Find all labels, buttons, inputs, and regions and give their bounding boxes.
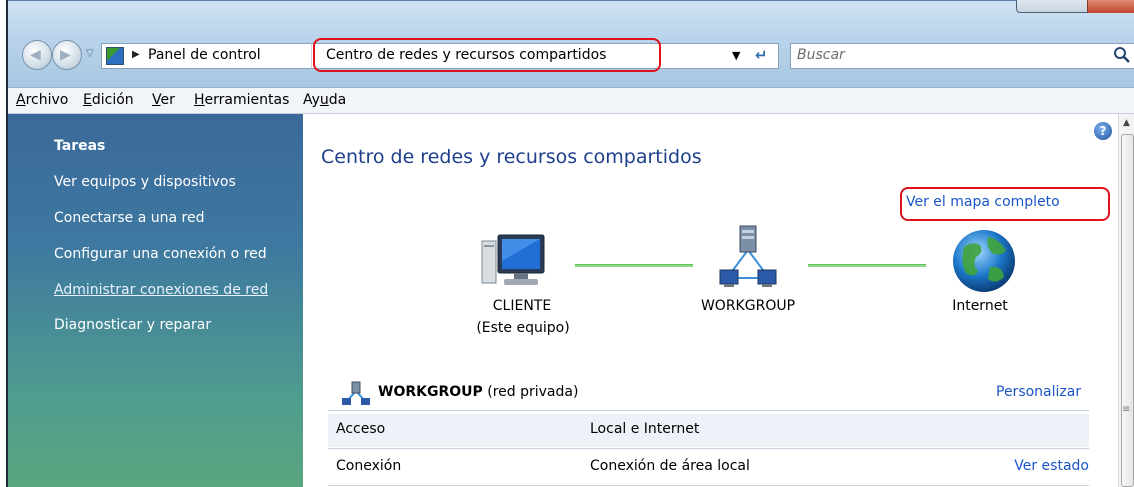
control-panel-icon	[106, 47, 124, 65]
back-arrow-icon: ◀	[30, 47, 41, 63]
node-workgroup-name: WORKGROUP	[700, 298, 796, 314]
task-connect-network[interactable]: Conectarse a una red	[54, 210, 204, 226]
divider	[328, 410, 1089, 411]
view-status-link[interactable]: Ver estado	[1014, 458, 1089, 474]
property-key: Conexión	[336, 458, 402, 474]
scroll-grip-icon: ≡	[1122, 404, 1131, 415]
property-key: Acceso	[336, 421, 386, 437]
search-placeholder: Buscar	[797, 47, 845, 63]
scroll-thumb[interactable]	[1121, 134, 1134, 487]
page-title: Centro de redes y recursos compartidos	[321, 146, 702, 168]
property-value: Conexión de área local	[590, 458, 750, 474]
address-field[interactable]: Centro de redes y recursos compartidos ▼…	[311, 43, 779, 69]
globe-icon[interactable]	[950, 227, 1018, 295]
address-bar: ◀ ▶ ▽ ▶ Panel de control Centro de redes…	[8, 35, 1134, 75]
property-row: Conexión Conexión de área local Ver esta…	[328, 451, 1089, 484]
menu-herramientas[interactable]: Herramientas	[194, 92, 289, 108]
menu-ver[interactable]: Ver	[152, 92, 175, 108]
computer-icon[interactable]	[480, 231, 548, 293]
task-pane-title: Tareas	[54, 138, 106, 154]
address-current[interactable]: Centro de redes y recursos compartidos	[326, 47, 606, 63]
menu-edicion[interactable]: Edición	[83, 92, 134, 108]
network-heading: WORKGROUP (red privada)	[378, 384, 578, 400]
task-view-computers[interactable]: Ver equipos y dispositivos	[54, 174, 236, 190]
close-window-button[interactable]	[1087, 0, 1134, 13]
network-icon[interactable]	[716, 222, 780, 292]
divider	[328, 448, 1089, 449]
network-small-icon	[342, 381, 370, 405]
recent-pages-dropdown-icon[interactable]: ▽	[86, 48, 94, 59]
forward-button[interactable]: ▶	[52, 40, 82, 70]
connection-line	[808, 264, 926, 267]
node-client-name: CLIENTE	[492, 298, 552, 314]
menu-archivo[interactable]: Archivo	[16, 92, 68, 108]
menu-bar: Archivo Edición Ver Herramientas Ayuda	[8, 87, 1134, 114]
node-internet-name: Internet	[952, 298, 1008, 314]
task-setup-connection[interactable]: Configurar una conexión o red	[54, 246, 267, 262]
search-field[interactable]: Buscar	[790, 43, 1134, 69]
customize-link[interactable]: Personalizar	[996, 384, 1081, 400]
scroll-up-icon[interactable]: ▲	[1123, 118, 1130, 128]
menu-ayuda[interactable]: Ayuda	[303, 92, 346, 108]
connection-line	[575, 264, 693, 267]
breadcrumb-chevron-icon[interactable]: ▶	[132, 49, 140, 60]
task-manage-connections[interactable]: Administrar conexiones de red	[54, 282, 268, 298]
caption-buttons	[1016, 0, 1134, 13]
property-value: Local e Internet	[590, 421, 700, 437]
window: ◀ ▶ ▽ ▶ Panel de control Centro de redes…	[6, 0, 1134, 487]
view-full-map-link[interactable]: Ver el mapa completo	[906, 194, 1060, 210]
help-icon[interactable]: ?	[1094, 122, 1112, 140]
divider	[328, 485, 1089, 486]
forward-arrow-icon: ▶	[60, 47, 71, 63]
search-icon[interactable]	[1113, 46, 1131, 64]
task-pane: Tareas Ver equipos y dispositivos Conect…	[8, 114, 303, 487]
node-client-sub: (Este equipo)	[476, 320, 570, 336]
property-row: Acceso Local e Internet	[328, 414, 1089, 447]
vertical-scrollbar[interactable]: ▲ ≡	[1118, 114, 1134, 487]
task-diagnose-repair[interactable]: Diagnosticar y reparar	[54, 317, 211, 333]
main-content: ? Centro de redes y recursos compartidos…	[303, 114, 1118, 487]
refresh-icon[interactable]: ↵	[755, 46, 768, 64]
network-name: WORKGROUP	[378, 384, 483, 400]
window-chrome: ◀ ▶ ▽ ▶ Panel de control Centro de redes…	[8, 0, 1134, 87]
back-button[interactable]: ◀	[22, 40, 52, 70]
breadcrumb-control-panel[interactable]: Panel de control	[148, 47, 261, 63]
address-dropdown-icon[interactable]: ▼	[732, 49, 740, 62]
network-type: (red privada)	[487, 384, 579, 400]
breadcrumb[interactable]: ▶ Panel de control	[101, 43, 311, 69]
